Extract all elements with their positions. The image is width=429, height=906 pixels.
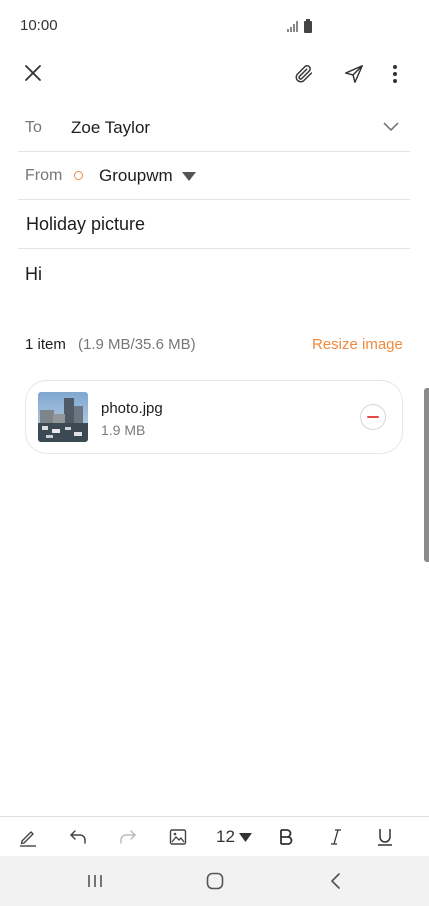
attachment-card[interactable]: photo.jpg 1.9 MB (25, 380, 403, 454)
account-dot-icon (74, 171, 83, 180)
send-button[interactable] (340, 60, 368, 88)
from-account-selector[interactable]: Groupwm (99, 166, 196, 186)
underline-icon (378, 829, 392, 846)
back-icon (331, 873, 340, 889)
attachment-size-total: (1.9 MB/35.6 MB) (78, 336, 196, 353)
undo-icon (70, 830, 86, 844)
status-time: 10:00 (20, 17, 58, 34)
redo-button[interactable] (114, 823, 142, 851)
divider (18, 248, 410, 249)
recents-icon (88, 875, 102, 887)
close-button[interactable] (20, 60, 46, 86)
resize-image-button[interactable]: Resize image (312, 336, 403, 353)
font-size-selector[interactable]: 12 (216, 827, 252, 847)
bold-icon (280, 829, 293, 845)
to-recipient[interactable]: Zoe Taylor (71, 118, 150, 138)
photo-thumbnail (38, 392, 88, 442)
home-button[interactable] (200, 868, 230, 894)
from-label: From (25, 167, 63, 184)
redo-icon (120, 830, 136, 844)
system-nav-bar (0, 856, 429, 906)
dropdown-triangle-icon (238, 832, 252, 842)
attachment-count: 1 item (25, 336, 66, 353)
scroll-handle[interactable] (424, 388, 429, 562)
handwriting-button[interactable] (14, 823, 42, 851)
image-icon (169, 829, 187, 845)
italic-icon (331, 829, 341, 845)
home-icon (206, 872, 224, 890)
underline-button[interactable] (371, 823, 399, 851)
back-button[interactable] (320, 868, 350, 894)
to-label: To (25, 119, 42, 136)
close-icon (25, 65, 41, 81)
divider (18, 151, 410, 152)
font-size-value: 12 (216, 827, 235, 846)
dropdown-triangle-icon (181, 171, 196, 181)
formatting-toolbar: 12 (0, 816, 429, 857)
recent-apps-button[interactable] (80, 868, 110, 894)
divider (18, 199, 410, 200)
more-vertical-icon (393, 65, 397, 83)
more-options-button[interactable] (384, 60, 406, 88)
body-editor[interactable]: Hi (25, 264, 405, 304)
send-icon (345, 65, 363, 83)
signal-battery-icon (287, 19, 312, 33)
status-icons (286, 18, 316, 39)
undo-button[interactable] (64, 823, 92, 851)
attach-button[interactable] (290, 60, 318, 88)
paperclip-icon (295, 65, 313, 83)
italic-button[interactable] (322, 823, 350, 851)
attachment-summary: 1 item (1.9 MB/35.6 MB) (25, 336, 196, 353)
pen-icon (20, 831, 36, 847)
subject-field[interactable]: Holiday picture (26, 214, 145, 235)
attachment-filesize: 1.9 MB (101, 422, 146, 438)
remove-attachment-button[interactable] (360, 404, 386, 430)
from-account: Groupwm (99, 166, 173, 185)
attachment-filename: photo.jpg (101, 400, 163, 417)
expand-recipients-button[interactable] (380, 116, 402, 138)
bold-button[interactable] (272, 823, 300, 851)
insert-image-button[interactable] (164, 823, 192, 851)
chevron-down-icon (383, 122, 399, 132)
